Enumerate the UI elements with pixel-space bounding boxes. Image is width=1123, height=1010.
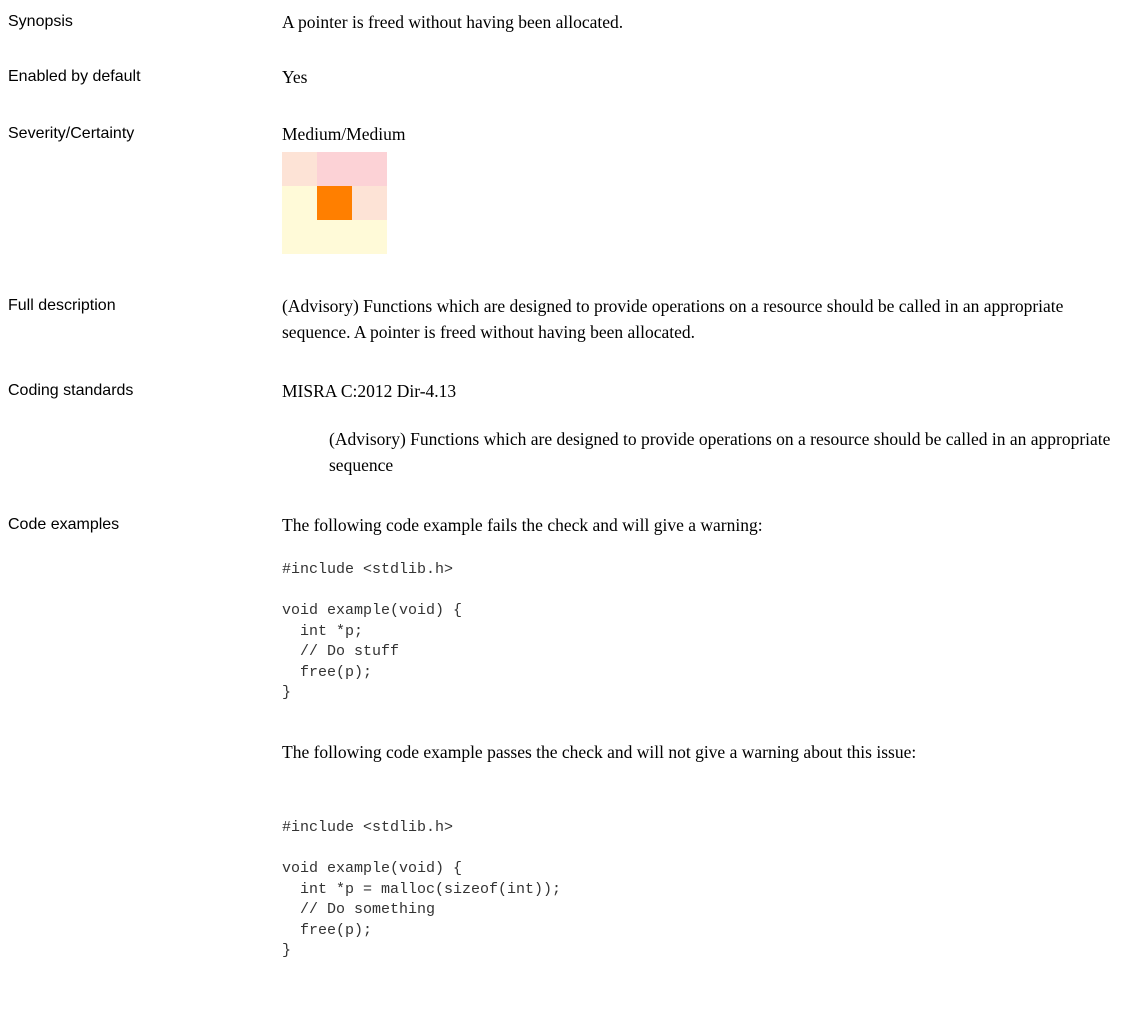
- failing-code-example: #include <stdlib.h> void example(void) {…: [282, 561, 463, 701]
- matrix-cell: [282, 220, 317, 254]
- matrix-cell: [317, 220, 352, 254]
- full-description-value: (Advisory) Functions which are designed …: [282, 296, 1064, 342]
- matrix-cell: [352, 152, 387, 186]
- severity-label: Severity/Certainty: [8, 125, 135, 142]
- matrix-cell: [317, 152, 352, 186]
- matrix-cell: [352, 186, 387, 220]
- passing-code-example: #include <stdlib.h> void example(void) {…: [282, 819, 562, 959]
- severity-certainty-matrix: [282, 152, 387, 254]
- passing-example-intro: The following code example passes the ch…: [282, 742, 917, 762]
- severity-value: Medium/Medium: [282, 124, 406, 144]
- synopsis-label: Synopsis: [8, 13, 73, 30]
- matrix-cell: [352, 220, 387, 254]
- coding-standard-id: MISRA C:2012 Dir-4.13: [282, 381, 457, 401]
- code-examples-label: Code examples: [8, 516, 120, 533]
- synopsis-value: A pointer is freed without having been a…: [282, 12, 624, 32]
- enabled-value: Yes: [282, 67, 308, 87]
- failing-example-intro: The following code example fails the che…: [282, 515, 763, 535]
- full-description-label: Full description: [8, 297, 116, 314]
- matrix-cell: [282, 152, 317, 186]
- matrix-cell-highlighted: [317, 186, 352, 220]
- coding-standards-label: Coding standards: [8, 382, 134, 399]
- matrix-cell: [282, 186, 317, 220]
- coding-standard-detail: (Advisory) Functions which are designed …: [329, 429, 1111, 475]
- enabled-label: Enabled by default: [8, 68, 141, 85]
